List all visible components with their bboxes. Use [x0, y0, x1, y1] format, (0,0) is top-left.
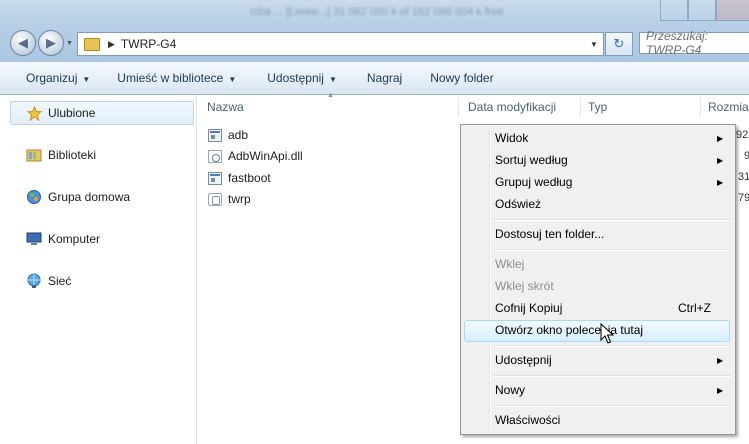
nav-item-network[interactable]: Sieć: [26, 273, 71, 289]
nav-item-computer[interactable]: Komputer: [26, 231, 100, 247]
submenu-arrow-icon: ▶: [717, 156, 724, 165]
executable-icon: [208, 171, 222, 185]
column-type[interactable]: Typ: [588, 100, 607, 114]
nav-item-favorites[interactable]: Ulubione: [26, 105, 95, 121]
menu-item-group-by[interactable]: Grupuj według: [495, 175, 572, 189]
menu-item-customize-folder[interactable]: Dostosuj ten folder...: [495, 227, 604, 241]
menu-separator: [493, 345, 731, 347]
menu-item-open-command-window[interactable]: Otwórz okno polecenia tutaj: [495, 323, 643, 337]
file-size: 31: [738, 171, 749, 183]
sort-ascending-icon: ▲: [327, 92, 334, 99]
dropdown-arrow-icon: ▼: [328, 75, 337, 84]
context-menu: Widok ▶ Sortuj według ▶ Grupuj według ▶ …: [460, 124, 736, 435]
address-path[interactable]: TWRP-G4: [121, 37, 176, 51]
blurred-title: Izba ... [Liwee...] 31 082 000 k of 162 …: [250, 6, 504, 18]
submenu-arrow-icon: ▶: [717, 134, 724, 143]
nav-item-homegroup[interactable]: Grupa domowa: [26, 189, 130, 205]
menu-item-properties[interactable]: Właściwości: [495, 413, 560, 427]
menu-separator: [493, 375, 731, 377]
search-placeholder: Przeszukaj: TWRP-G4: [646, 29, 709, 57]
new-folder-button[interactable]: Nowy folder: [415, 71, 506, 85]
dll-file-icon: [208, 149, 222, 163]
menu-item-share[interactable]: Udostępnij: [495, 353, 552, 367]
menu-gutter: [489, 127, 491, 430]
folder-icon: [84, 37, 100, 51]
submenu-arrow-icon: ▶: [717, 386, 724, 395]
history-dropdown-icon[interactable]: ▼: [66, 40, 73, 47]
include-in-library-menu[interactable]: Umieść w bibliotece ▼: [103, 71, 249, 85]
menu-item-undo-copy[interactable]: Cofnij Kopiuj: [495, 301, 562, 315]
file-row[interactable]: fastboot: [208, 171, 271, 185]
command-bar: Organizuj ▼ Umieść w bibliotece ▼ Udostępn…: [0, 62, 749, 95]
image-file-icon: [208, 192, 222, 206]
burn-button[interactable]: Nagraj: [350, 71, 415, 85]
dropdown-arrow-icon: ▼: [228, 75, 237, 84]
close-button[interactable]: [716, 0, 749, 21]
maximize-button[interactable]: [688, 0, 716, 21]
navigation-pane: Ulubione Biblioteki Grupa domowa Kompute…: [0, 95, 197, 444]
menu-item-paste-shortcut: Wklej skrót: [495, 279, 554, 293]
refresh-button[interactable]: ↻: [605, 32, 633, 56]
menu-shortcut-undo: Ctrl+Z: [678, 301, 711, 315]
column-name[interactable]: Nazwa: [207, 100, 244, 114]
share-with-menu[interactable]: Udostępnij ▼: [249, 71, 350, 85]
submenu-arrow-icon: ▶: [717, 356, 724, 365]
menu-item-new[interactable]: Nowy: [495, 383, 525, 397]
file-size: 92: [736, 129, 749, 141]
menu-item-refresh[interactable]: Odśwież: [495, 197, 541, 211]
submenu-arrow-icon: ▶: [717, 178, 724, 187]
file-size: 9: [744, 150, 749, 162]
dropdown-arrow-icon: ▼: [82, 75, 91, 84]
star-icon: [26, 105, 42, 121]
address-dropdown-icon[interactable]: ▼: [585, 33, 603, 55]
breadcrumb-arrow-icon[interactable]: ▶: [108, 39, 115, 50]
file-row[interactable]: AdbWinApi.dll: [208, 149, 303, 163]
column-separator[interactable]: [580, 97, 581, 117]
minimize-button[interactable]: [660, 0, 688, 21]
column-date-modified[interactable]: Data modyfikacji: [468, 100, 556, 114]
homegroup-icon: [26, 189, 42, 205]
back-button[interactable]: ◀: [10, 30, 36, 56]
file-size: 79: [738, 192, 749, 204]
nav-item-libraries[interactable]: Biblioteki: [26, 147, 96, 163]
file-row[interactable]: twrp: [208, 192, 251, 206]
column-separator[interactable]: [700, 97, 701, 117]
menu-item-paste: Wklej: [495, 257, 525, 271]
column-size[interactable]: Rozmiar: [708, 100, 749, 114]
search-input[interactable]: Przeszukaj: TWRP-G4: [639, 29, 749, 57]
menu-item-view[interactable]: Widok: [495, 131, 528, 145]
menu-item-sort-by[interactable]: Sortuj według: [495, 153, 568, 167]
forward-button[interactable]: ▶: [38, 30, 64, 56]
refresh-icon: ↻: [613, 36, 625, 51]
computer-icon: [26, 231, 42, 247]
forward-arrow-icon: ▶: [46, 35, 56, 50]
column-separator[interactable]: [458, 97, 459, 117]
back-arrow-icon: ◀: [18, 35, 28, 50]
file-row[interactable]: adb: [208, 128, 248, 142]
menu-separator: [493, 219, 731, 221]
network-icon: [26, 273, 42, 289]
column-header: Nazwa Data modyfikacji Typ Rozmiar: [197, 95, 749, 119]
menu-separator: [493, 405, 731, 407]
executable-icon: [208, 128, 222, 142]
address-bar[interactable]: ▶ TWRP-G4 ▼: [77, 32, 604, 56]
menu-separator: [493, 249, 731, 251]
organize-menu[interactable]: Organizuj ▼: [0, 71, 103, 85]
libraries-icon: [26, 147, 42, 163]
